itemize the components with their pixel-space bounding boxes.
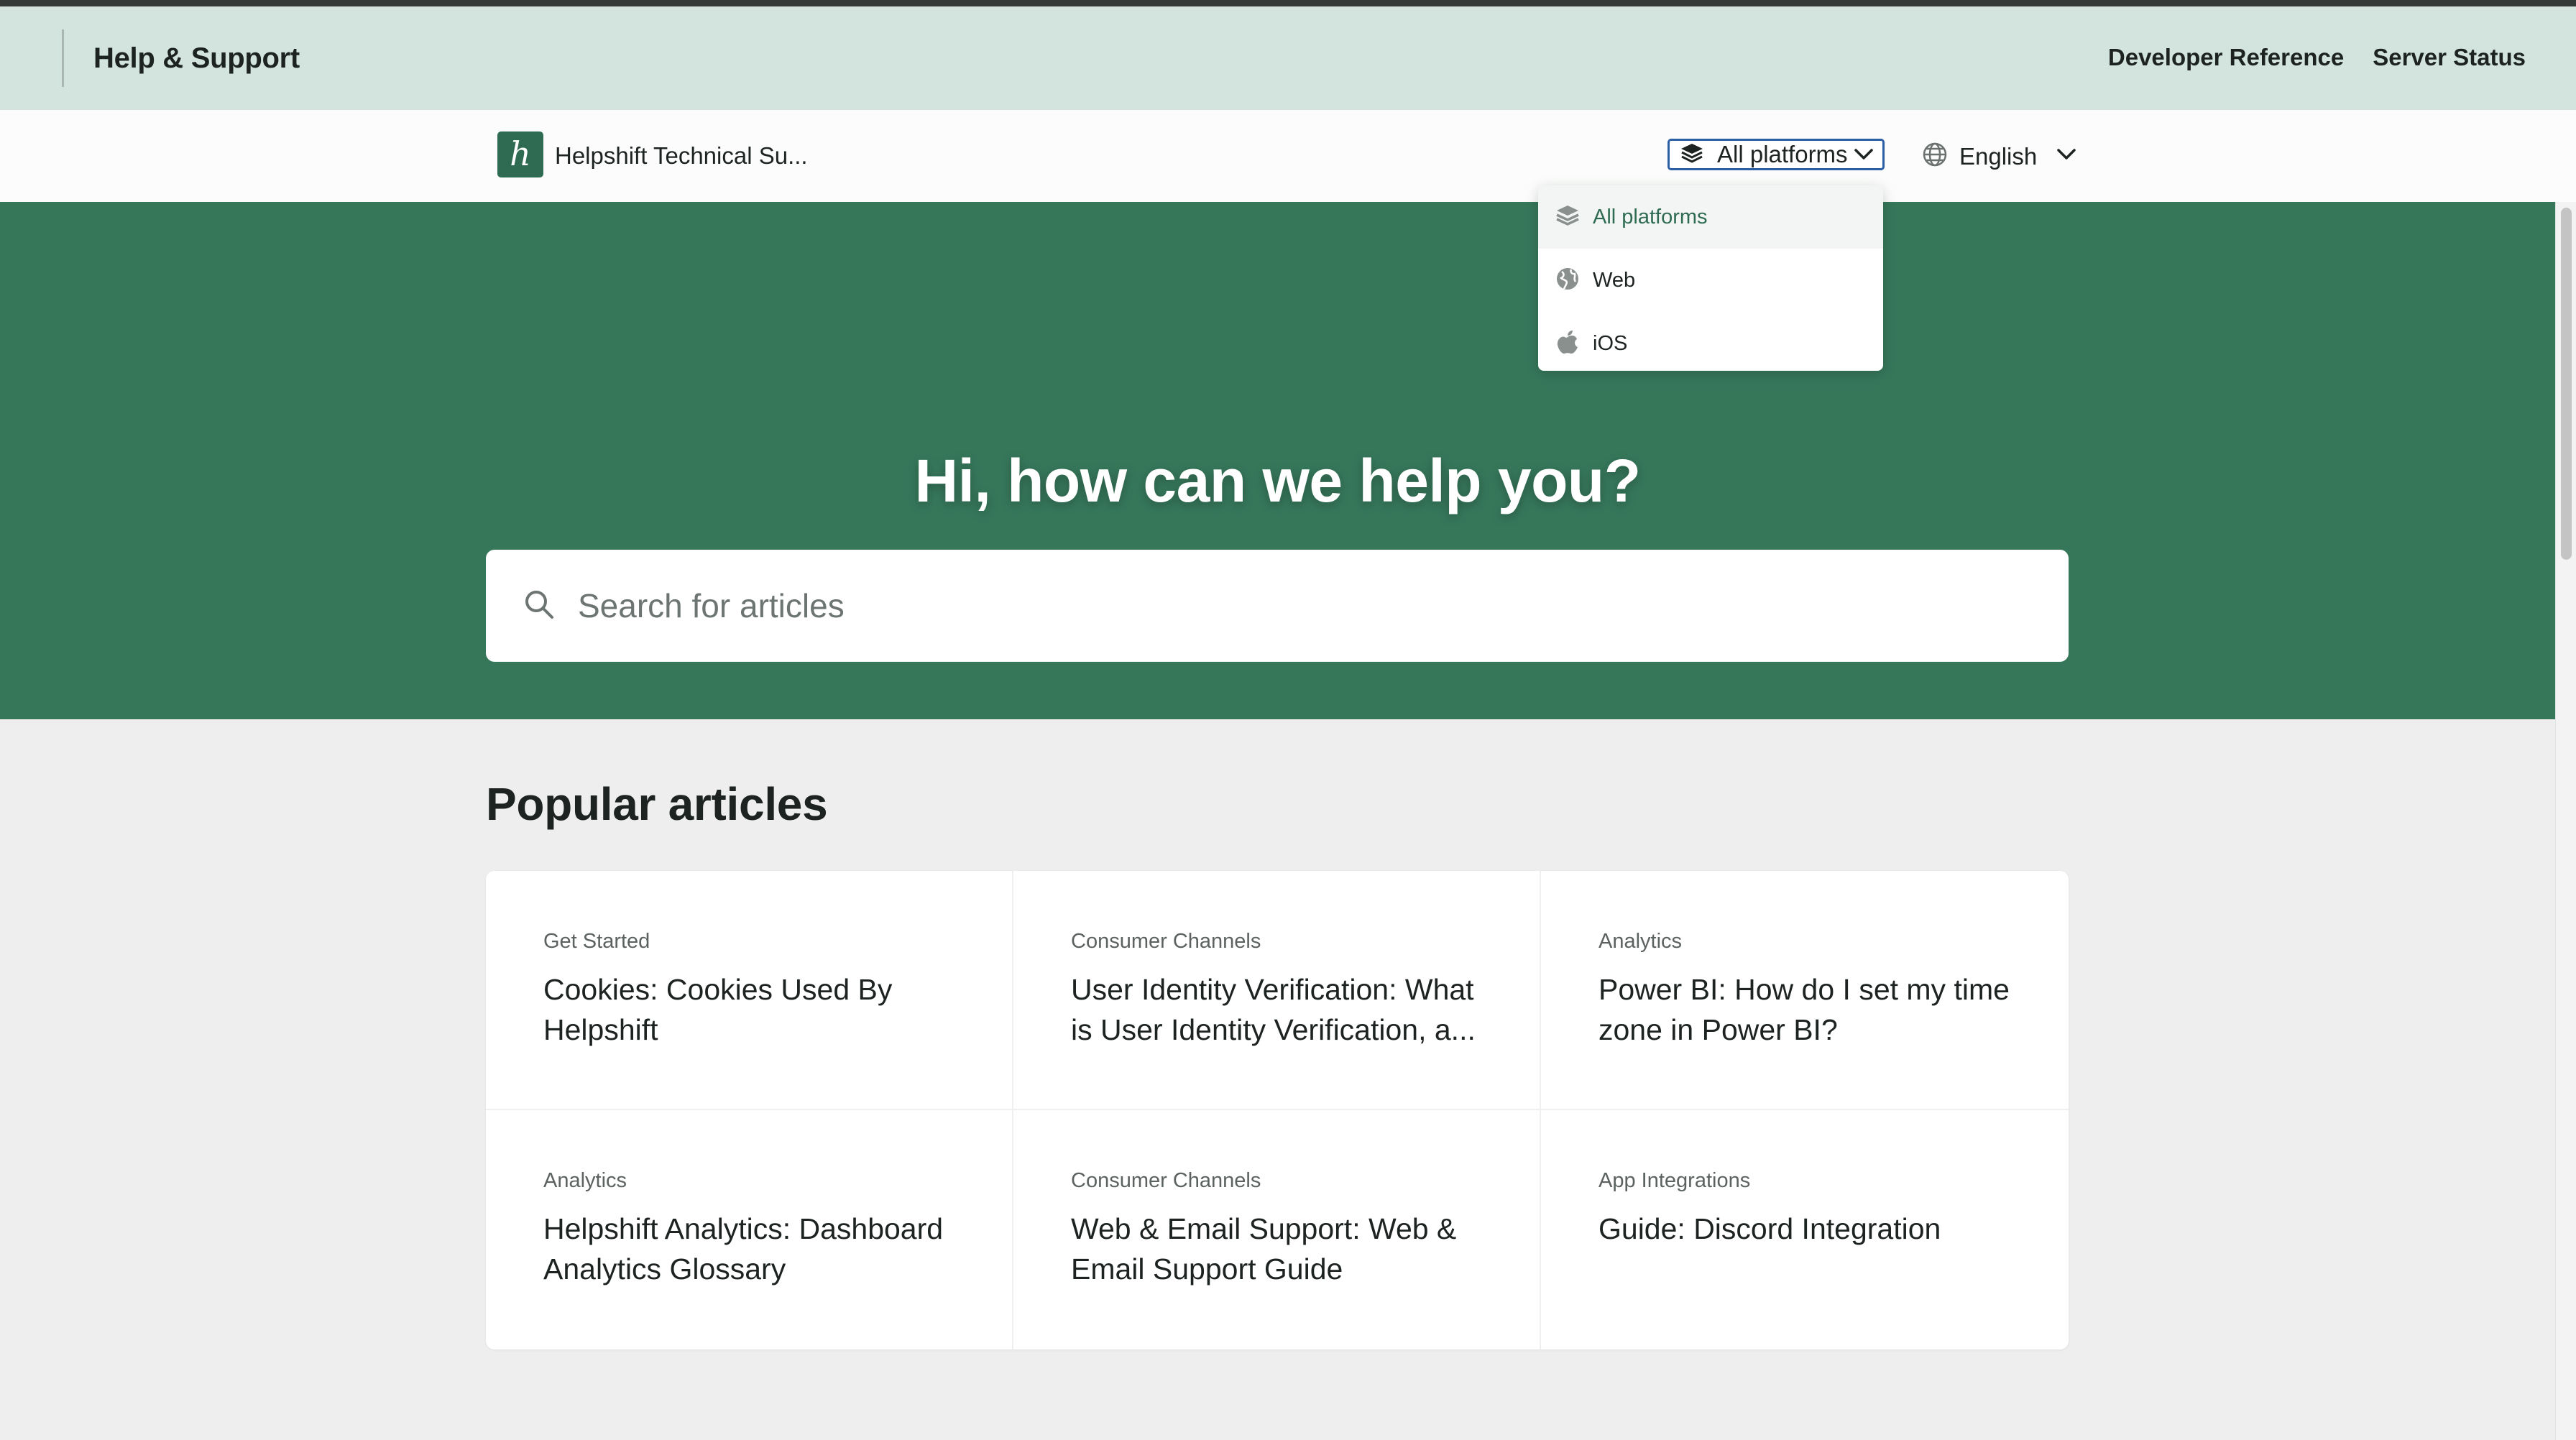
divider xyxy=(62,29,64,87)
top-bar: Help & Support Developer Reference Serve… xyxy=(0,6,2576,110)
globe-icon xyxy=(1555,267,1580,295)
hero-heading: Hi, how can we help you? xyxy=(914,447,1641,514)
dropdown-item-label: Web xyxy=(1593,268,1636,292)
article-card[interactable]: Analytics Power BI: How do I set my time… xyxy=(1541,871,2069,1110)
layers-icon xyxy=(1555,203,1580,231)
dropdown-item-label: All platforms xyxy=(1593,205,1708,229)
scrollbar-thumb[interactable] xyxy=(2561,208,2572,560)
article-category: Consumer Channels xyxy=(1071,1169,1261,1192)
article-category: Analytics xyxy=(543,1169,627,1192)
article-card[interactable]: App Integrations Guide: Discord Integrat… xyxy=(1541,1110,2069,1349)
article-category: Analytics xyxy=(1598,930,1683,953)
apple-icon xyxy=(1555,329,1580,359)
developer-reference-link[interactable]: Developer Reference xyxy=(2108,44,2344,71)
article-category: App Integrations xyxy=(1598,1169,1751,1192)
article-card[interactable]: Consumer Channels User Identity Verifica… xyxy=(1013,871,1541,1110)
article-category: Consumer Channels xyxy=(1071,930,1261,953)
platform-select[interactable]: All platforms xyxy=(1668,139,1885,170)
search-icon xyxy=(522,587,556,625)
article-title[interactable]: Helpshift Analytics: Dashboard Analytics… xyxy=(543,1209,960,1289)
search-box[interactable] xyxy=(486,550,2069,662)
article-title[interactable]: Cookies: Cookies Used By Helpshift xyxy=(543,969,960,1050)
search-input[interactable] xyxy=(578,578,2015,633)
article-title[interactable]: Power BI: How do I set my time zone in P… xyxy=(1598,969,2015,1050)
top-nav: Developer Reference Server Status xyxy=(2108,44,2526,71)
article-title[interactable]: User Identity Verification: What is User… xyxy=(1071,969,1488,1050)
helpshift-logo[interactable]: h xyxy=(497,131,543,177)
dropdown-item-label: iOS xyxy=(1593,331,1628,355)
article-card[interactable]: Get Started Cookies: Cookies Used By Hel… xyxy=(486,871,1013,1110)
hero-section: Hi, how can we help you? xyxy=(0,202,2555,719)
site-title[interactable]: Help & Support xyxy=(93,42,300,75)
article-title[interactable]: Web & Email Support: Web & Email Support… xyxy=(1071,1209,1488,1289)
dropdown-item-web[interactable]: Web xyxy=(1538,249,1883,312)
article-card[interactable]: Consumer Channels Web & Email Support: W… xyxy=(1013,1110,1541,1349)
article-category: Get Started xyxy=(543,930,650,953)
popular-articles-title: Popular articles xyxy=(486,778,828,830)
layers-icon xyxy=(1680,142,1704,167)
server-status-link[interactable]: Server Status xyxy=(2373,44,2526,71)
platform-select-value: All platforms xyxy=(1717,141,1848,167)
popular-articles-grid: Get Started Cookies: Cookies Used By Hel… xyxy=(486,871,2069,1349)
chevron-down-icon xyxy=(1854,147,1874,165)
article-title[interactable]: Guide: Discord Integration xyxy=(1598,1209,2015,1249)
dropdown-item-all-platforms[interactable]: All platforms xyxy=(1538,185,1883,249)
platform-dropdown-menu: All platforms Web iOS xyxy=(1538,185,1883,371)
article-card[interactable]: Analytics Helpshift Analytics: Dashboard… xyxy=(486,1110,1013,1349)
dropdown-item-ios[interactable]: iOS xyxy=(1538,312,1883,371)
site-name[interactable]: Helpshift Technical Su... xyxy=(555,142,808,170)
sub-header: h Helpshift Technical Su... All platform… xyxy=(0,110,2576,202)
scrollbar[interactable] xyxy=(2555,202,2576,1440)
language-select[interactable]: English xyxy=(1922,142,2077,171)
window-top-edge xyxy=(0,0,2576,6)
chevron-down-icon xyxy=(2056,147,2077,165)
language-select-value: English xyxy=(1959,142,2038,170)
globe-icon xyxy=(1922,142,1948,171)
